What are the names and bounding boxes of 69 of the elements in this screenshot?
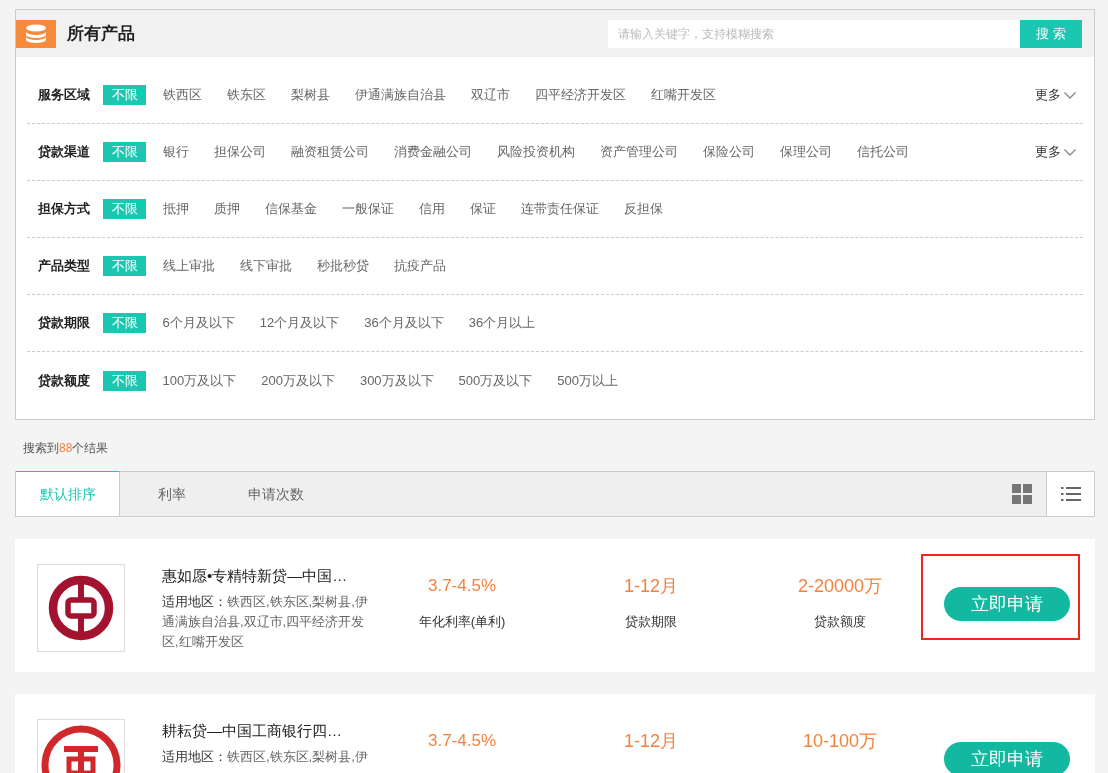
rate-value: 3.7-4.5% [427, 730, 496, 752]
filter-option[interactable]: 300万及以下 [351, 370, 443, 391]
logo-icon [37, 564, 125, 652]
filter-option[interactable]: 36个月以上 [460, 313, 544, 333]
filter-option[interactable]: 抗疫产品 [385, 256, 454, 276]
amount-caption: 贷款额度 [814, 613, 866, 631]
filter-option[interactable]: 6个月及以下 [154, 313, 244, 333]
chevron-down-icon [1064, 148, 1076, 156]
filter-label: 服务区域 [38, 86, 90, 105]
rate-caption: 年化利率(单利) [418, 613, 506, 631]
sort-tab[interactable]: 利率 [120, 471, 224, 516]
filter-option[interactable]: 四平经济开发区 [526, 85, 634, 105]
filter-option[interactable]: 信托公司 [848, 142, 917, 162]
filter-option[interactable]: 保理公司 [771, 142, 840, 162]
filter-label: 贷款渠道 [38, 143, 90, 162]
filter-option[interactable]: 融资租赁公司 [282, 142, 377, 162]
more-link[interactable]: 更多 [1035, 142, 1076, 162]
filter-option[interactable]: 红嘴开发区 [642, 85, 724, 105]
filter-option[interactable]: 连带责任保证 [512, 199, 607, 219]
filter-option[interactable]: 风险投资机构 [488, 142, 583, 162]
product-title[interactable]: 耕耘贷—中国工商银行四… [162, 720, 374, 742]
filter-option[interactable]: 质押 [205, 199, 248, 219]
term-caption: 贷款期限 [625, 613, 677, 631]
filter-label: 贷款期限 [38, 314, 90, 333]
filter-option[interactable]: 线上审批 [154, 256, 223, 276]
result-count-text: 搜索到88个结果 [22, 440, 110, 456]
filter-option[interactable]: 信用 [410, 199, 453, 219]
amount-value: 10-100万 [802, 730, 878, 752]
filter-option[interactable]: 银行 [154, 142, 197, 162]
filter-label: 担保方式 [38, 200, 90, 219]
more-link[interactable]: 更多 [1035, 85, 1076, 105]
filter-label: 贷款额度 [38, 371, 90, 390]
amount-value: 2-20000万 [797, 575, 883, 597]
filter-option[interactable]: 500万及以下 [450, 370, 541, 391]
filter-option[interactable]: 伊通满族自治县 [346, 85, 454, 105]
term-value: 1-12月 [624, 730, 678, 752]
filter-option[interactable]: 线下审批 [231, 256, 300, 276]
filter-option[interactable]: 500万以上 [548, 370, 627, 391]
filter-option[interactable]: 一般保证 [333, 199, 402, 219]
filter-option[interactable]: 12个月及以下 [251, 313, 348, 333]
region-text: 适用地区：铁西区,铁东区,梨树县,伊 [162, 748, 369, 766]
filter-option[interactable]: 梨树县 [282, 85, 338, 105]
filter-option[interactable]: 保险公司 [694, 142, 763, 162]
rate-value: 3.7-4.5% [427, 575, 496, 597]
filter-option[interactable]: 保证 [461, 199, 504, 219]
region-text: 适用地区：铁西区,铁东区,梨树县,伊通满族自治县,双辽市,四平经济开发区,红嘴开发区 [162, 593, 369, 651]
view-toggle[interactable] [1046, 472, 1094, 516]
filter-option[interactable]: 100万及以下 [154, 370, 245, 391]
filter-option[interactable]: 资产管理公司 [591, 142, 686, 162]
list-view-icon [1060, 486, 1081, 502]
search-field[interactable]: 请输入关键字，支持模糊搜索 [608, 19, 1020, 48]
filter-option[interactable]: 秒批秒贷 [308, 256, 377, 276]
filter-option[interactable]: 反担保 [615, 199, 671, 219]
filter-option[interactable]: 铁西区 [154, 85, 210, 105]
sort-tab[interactable]: 申请次数 [224, 471, 328, 516]
filter-option[interactable]: 担保公司 [205, 142, 274, 162]
filter-option[interactable]: 铁东区 [218, 85, 274, 105]
chevron-down-icon [1064, 91, 1076, 99]
filter-option[interactable]: 消费金融公司 [385, 142, 480, 162]
filter-label: 产品类型 [38, 257, 90, 276]
grid-view-icon [1012, 484, 1032, 504]
filter-option[interactable]: 双辽市 [462, 85, 518, 105]
filter-option[interactable]: 200万及以下 [252, 370, 344, 391]
term-value: 1-12月 [624, 575, 678, 597]
page-title: 所有产品 [67, 22, 135, 45]
product-title[interactable]: 惠如愿•专精特新贷—中国… [162, 565, 374, 587]
filter-option[interactable]: 信保基金 [256, 199, 325, 219]
filter-option[interactable]: 36个月及以下 [355, 313, 453, 333]
filter-option[interactable]: 抵押 [154, 199, 197, 219]
